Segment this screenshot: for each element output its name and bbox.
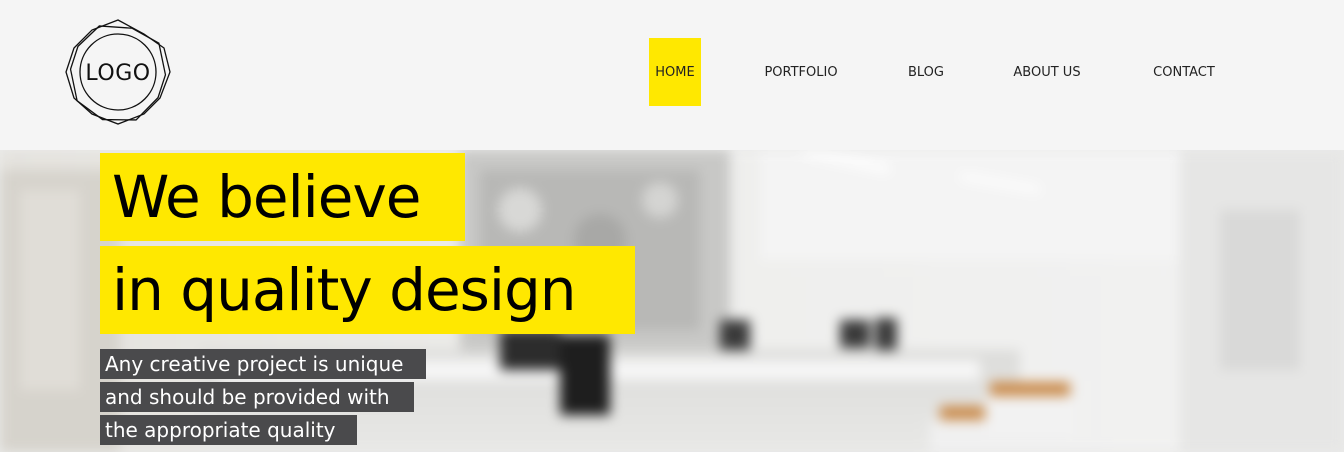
hero-subtext-line2: and should be provided with [100, 382, 414, 412]
logo[interactable]: LOGO [64, 18, 172, 126]
site-header: LOGO HOME PORTFOLIO BLOG ABOUT US CONTAC… [0, 0, 1344, 150]
nav-contact[interactable]: CONTACT [1143, 38, 1225, 106]
hero-headline-line1: We believe [100, 153, 465, 241]
nav-about-us[interactable]: ABOUT US [1005, 38, 1089, 106]
hero-subtext-line1: Any creative project is unique [100, 349, 426, 379]
hero-headline-line2: in quality design [100, 246, 635, 334]
nav-blog[interactable]: BLOG [901, 38, 951, 106]
logo-text: LOGO [85, 60, 151, 86]
hero-subtext-line3: the appropriate quality [100, 415, 357, 445]
nav-portfolio[interactable]: PORTFOLIO [755, 38, 847, 106]
nav-home[interactable]: HOME [649, 38, 701, 106]
